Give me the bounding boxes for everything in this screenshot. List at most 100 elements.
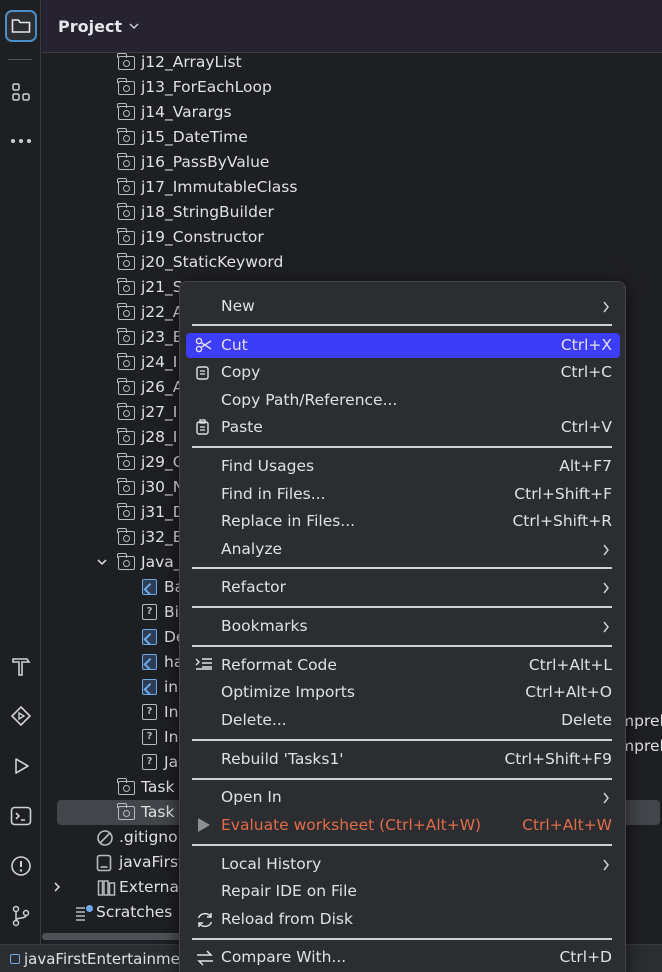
menu-item[interactable]: Local History (186, 852, 620, 877)
folder-icon (117, 278, 135, 296)
more-tools-button[interactable] (0, 123, 41, 159)
tree-item-label: j28_I (141, 428, 178, 446)
menu-item[interactable]: Compare With... Ctrl+D (186, 945, 620, 970)
menu-item[interactable]: Evaluate worksheet (Ctrl+Alt+W) Ctrl+Alt+… (186, 813, 620, 838)
folder-icon (117, 403, 135, 421)
folder-icon (117, 453, 135, 471)
menu-item[interactable]: Replace in Files... Ctrl+Shift+R (186, 509, 620, 534)
menu-item[interactable]: Bookmarks (186, 614, 620, 639)
run-icon (195, 817, 213, 834)
folder-icon (117, 153, 135, 171)
folder-icon (117, 78, 135, 96)
menu-item[interactable]: Rebuild 'Tasks1' Ctrl+Shift+F9 (186, 747, 620, 772)
menu-item[interactable]: Find in Files... Ctrl+Shift+F (186, 482, 620, 507)
services-icon (10, 705, 31, 727)
folder-icon (117, 328, 135, 346)
menu-separator (192, 446, 612, 448)
tree-item-label: Scratches (96, 903, 173, 921)
tree-row[interactable]: j15_DateTime (42, 125, 662, 150)
tree-row[interactable]: j18_StringBuilder (42, 200, 662, 225)
tree-row[interactable]: j17_ImmutableClass (42, 175, 662, 200)
structure-tool-button[interactable] (0, 74, 41, 110)
tree-row[interactable]: j20_StaticKeyword (42, 250, 662, 275)
menu-item[interactable]: Reformat Code Ctrl+Alt+L (186, 653, 620, 678)
tree-item-label: j32_E (141, 528, 183, 546)
tree-item-label: Java_ (141, 553, 182, 571)
menu-separator (192, 606, 612, 608)
menu-item[interactable]: New (186, 294, 620, 319)
menu-item-label: Copy Path/Reference... (221, 390, 398, 409)
tree-item-label: j14_Varargs (141, 103, 232, 121)
menu-item-label: Replace in Files... (221, 511, 356, 530)
menu-item-label: Compare With... (221, 947, 347, 966)
tree-row[interactable]: j12_ArrayList (42, 53, 662, 75)
folder-icon (117, 203, 135, 221)
menu-item-label: Copy (221, 362, 261, 381)
tree-row[interactable]: j14_Varargs (42, 100, 662, 125)
tree-item-label: j21_S (141, 278, 183, 296)
menu-item-shortcut: Ctrl+Alt+O (525, 682, 612, 701)
tree-row[interactable]: j19_Constructor (42, 225, 662, 250)
menu-item[interactable]: Find Usages Alt+F7 (186, 454, 620, 479)
menu-item[interactable]: Repair IDE on File (186, 879, 620, 904)
tree-item-label: j23_E (141, 328, 183, 346)
menu-item-shortcut: Ctrl+X (560, 335, 612, 354)
menu-separator (192, 739, 612, 741)
menu-item[interactable]: Paste Ctrl+V (186, 415, 620, 440)
folder-icon (117, 178, 135, 196)
chevron-right-icon[interactable] (51, 881, 63, 893)
image-file-icon (142, 629, 159, 646)
menu-item-shortcut: Ctrl+Shift+F9 (504, 749, 612, 768)
strip-separator (8, 59, 32, 60)
ignore-file-icon (96, 829, 113, 846)
tree-item-label: j15_DateTime (141, 128, 248, 146)
menu-item-label: New (221, 296, 255, 315)
menu-item[interactable]: Copy Path/Reference... (186, 388, 620, 413)
tree-item-label: j29_C (141, 453, 184, 471)
menu-item-shortcut: Ctrl+D (559, 947, 612, 966)
menu-item[interactable]: Analyze (186, 537, 620, 562)
chevron-right-icon (603, 859, 609, 870)
compare-icon (195, 949, 213, 966)
menu-item[interactable]: Refactor (186, 575, 620, 600)
module-file-icon (96, 854, 113, 872)
project-tool-button[interactable] (0, 8, 41, 44)
tree-row[interactable]: j13_ForEachLoop (42, 75, 662, 100)
tree-item-label: In (164, 703, 179, 721)
menu-separator (192, 567, 612, 569)
tree-item-label: In (164, 728, 179, 746)
hammer-icon (11, 658, 30, 676)
problems-tool-button[interactable] (0, 848, 41, 884)
tree-item-label: in (164, 678, 179, 696)
build-tool-button[interactable] (0, 648, 41, 684)
chevron-right-icon (603, 582, 609, 593)
module-icon (10, 954, 20, 964)
chevron-down-icon[interactable] (128, 22, 140, 30)
menu-item[interactable]: Reload from Disk (186, 907, 620, 932)
status-path[interactable]: javaFirstEntertainme (24, 950, 180, 968)
menu-separator (192, 778, 612, 780)
panel-title[interactable]: Project (58, 17, 122, 36)
menu-item[interactable]: Cut Ctrl+X (186, 332, 620, 358)
folder-icon (117, 353, 135, 371)
run-tool-button[interactable] (0, 748, 41, 784)
menu-item-label: Rebuild 'Tasks1' (221, 749, 344, 768)
unknown-file-icon: ? (142, 704, 159, 721)
git-tool-button[interactable] (0, 898, 41, 934)
menu-item[interactable]: Copy Ctrl+C (186, 360, 620, 385)
menu-item[interactable]: Delete... Delete (186, 708, 620, 733)
run-icon (14, 758, 29, 774)
menu-item[interactable]: Optimize Imports Ctrl+Alt+O (186, 680, 620, 705)
menu-item[interactable]: Open In (186, 785, 620, 810)
chevron-down-icon[interactable] (96, 556, 108, 568)
horizontal-scrollbar[interactable] (42, 933, 182, 940)
project-panel-header: Project (42, 0, 662, 53)
terminal-tool-button[interactable] (0, 798, 41, 834)
menu-item-label: Reload from Disk (221, 909, 353, 928)
menu-separator (192, 324, 612, 326)
services-tool-button[interactable] (0, 698, 41, 734)
tree-row[interactable]: j16_PassByValue (42, 150, 662, 175)
folder-icon (117, 303, 135, 321)
folder-icon (117, 428, 135, 446)
menu-item-shortcut: Delete (561, 710, 612, 729)
